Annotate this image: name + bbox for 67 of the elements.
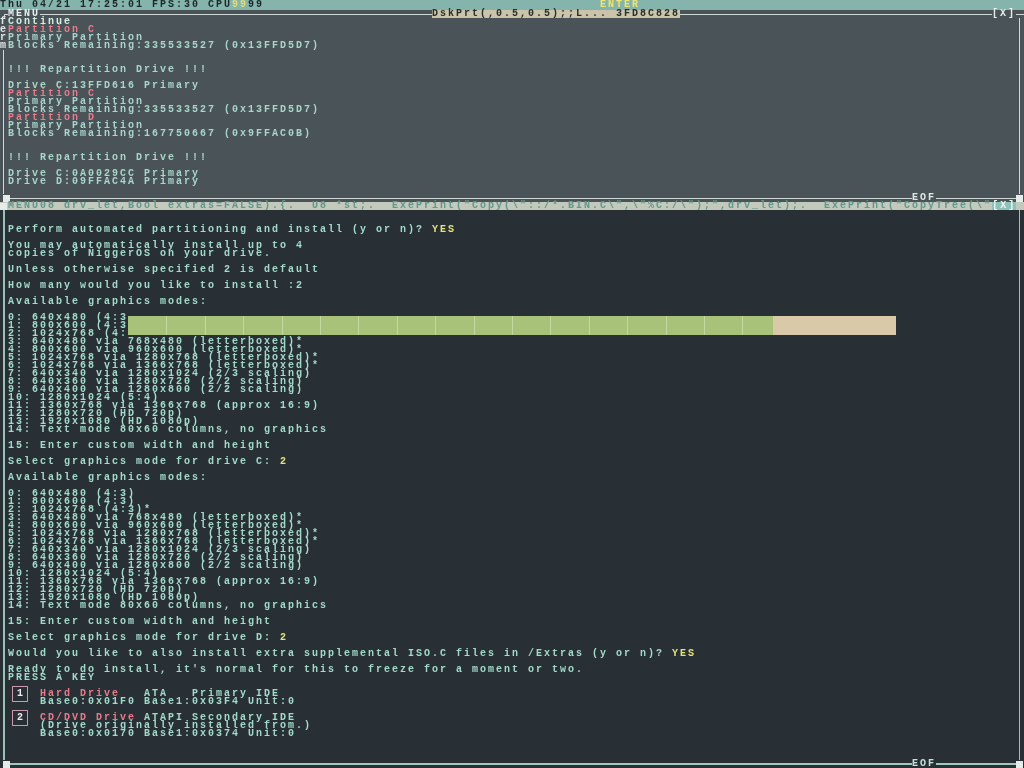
prompt-text: Select graphics mode for drive D:	[8, 634, 273, 642]
option-text: 6: 1024x768 via 1366x768 (letterboxed)*	[8, 362, 321, 370]
option-text: 3: 640x480 via 768x480 (letterboxed)*	[8, 514, 305, 522]
task-title: DskPrt(,0.5,0.5);;L...	[432, 10, 609, 18]
option-text: 10: 1280x1024 (5:4)	[8, 570, 161, 578]
console-text: How many would you like to install :2	[8, 282, 305, 290]
resize-handle-icon[interactable]	[3, 760, 10, 768]
resize-handle-icon[interactable]	[1016, 194, 1023, 202]
console-text: copies of NiggerOS on your drive.	[8, 250, 273, 258]
option-text: 2: 1024x768 (4:3)*	[8, 506, 153, 514]
cpu-load-text: 99	[232, 0, 249, 10]
edge-letter: m	[0, 42, 8, 50]
option-text: 6: 1024x768 via 1366x768 (letterboxed)*	[8, 538, 321, 546]
clock-text: Thu 04/21 17:25:01	[0, 0, 145, 10]
answer-text: 2	[280, 458, 289, 466]
option-text: 14: Text mode 80x60 columns, no graphics	[8, 602, 329, 610]
console-text: Ready to do install, it's normal for this to freeze for a moment or two.	[8, 666, 585, 674]
prompt-text: Would you like to also install extra supplemental ISO.C files in /Extras (y or n)?	[8, 650, 665, 658]
task-address: 3FD8C828	[616, 10, 681, 18]
prompt-text: Select graphics mode for drive C:	[8, 458, 273, 466]
option-text: 0: 640x480 (4:3)	[8, 490, 136, 498]
drive-number-key[interactable]: 1	[12, 686, 28, 702]
close-button[interactable]: [X]	[992, 10, 1016, 18]
option-text: 3: 640x480 via 768x480 (letterboxed)*	[8, 338, 305, 346]
option-text: 12: 1280x720 (HD 720p)	[8, 586, 185, 594]
option-text: 1: 800x600 (4:3	[8, 322, 128, 330]
eof-label: EOF	[912, 760, 936, 768]
key-hint-text: ENTER	[600, 0, 640, 10]
console-text: Unless otherwise specified 2 is default	[8, 266, 321, 274]
cpu-label: CPU	[208, 0, 233, 10]
cpu-load-text: 99	[248, 0, 265, 10]
answer-text: YES	[672, 650, 697, 658]
option-text: 4: 800x600 via 960x600 (letterboxed)*	[8, 346, 305, 354]
console-text: Available graphics modes:	[8, 298, 209, 306]
option-text: 14: Text mode 80x60 columns, no graphics	[8, 426, 329, 434]
option-text: 4: 800x600 via 960x600 (letterboxed)*	[8, 522, 305, 530]
drive-detail: Base0:0x0170 Base1:0x0374 Unit:0	[40, 730, 297, 738]
drive-detail: (Drive originally installed from.)	[40, 722, 313, 730]
drive-type: ATA	[144, 690, 168, 698]
drive-detail: Base0:0x01F0 Base1:0x03F4 Unit:0	[40, 698, 297, 706]
option-text: 5: 1024x768 via 1280x768 (letterboxed)*	[8, 354, 321, 362]
answer-text: YES	[432, 226, 457, 234]
option-text: 12: 1280x720 (HD 720p)	[8, 410, 185, 418]
option-text: 8: 640x360 via 1280x720 (2/2 scaling)	[8, 378, 305, 386]
info-text: Drive D:09FFAC4A Primary	[8, 178, 201, 186]
info-text: Blocks Remaining:167750667 (0x9FFAC0B)	[8, 130, 313, 138]
option-text: 1: 800x600 (4:3)	[8, 498, 136, 506]
heading-text: !!! Repartition Drive !!!	[8, 66, 209, 74]
option-text: 0: 640x480 (4:3	[8, 314, 128, 322]
resize-handle-icon[interactable]	[1016, 760, 1023, 768]
option-text: 10: 1280x1024 (5:4)	[8, 394, 161, 402]
option-text: 15: Enter custom width and height	[8, 442, 273, 450]
option-text: 5: 1024x768 via 1280x768 (letterboxed)*	[8, 530, 321, 538]
drive-name[interactable]: Hard Drive	[40, 690, 120, 698]
option-text: 8: 640x360 via 1280x720 (2/2 scaling)	[8, 554, 305, 562]
edge-letter: r	[0, 34, 8, 42]
info-text: Blocks Remaining:335533527 (0x13FFD5D7)	[8, 42, 321, 50]
console-text: Available graphics modes:	[8, 474, 209, 482]
fps-text: FPS:30	[152, 0, 201, 10]
option-text: 15: Enter custom width and height	[8, 618, 273, 626]
answer-text: 2	[280, 634, 289, 642]
heading-text: !!! Repartition Drive !!!	[8, 154, 209, 162]
prompt-text: Perform automated partitioning and install (y or n)?	[8, 226, 425, 234]
edge-letter: e	[0, 26, 8, 34]
option-text: 2: 1024x768 (4:	[8, 330, 128, 338]
drive-number-key[interactable]: 2	[12, 710, 28, 726]
console-text: PRESS A KEY	[8, 674, 96, 682]
